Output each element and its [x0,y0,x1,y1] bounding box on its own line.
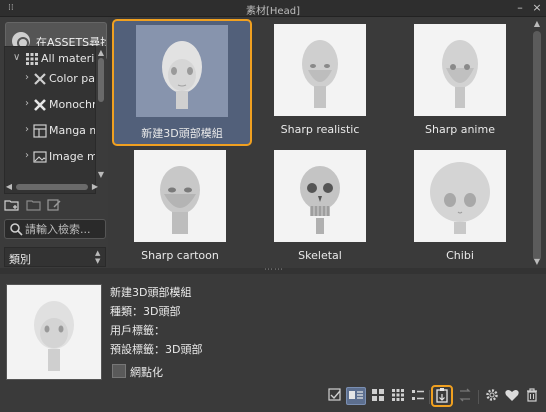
material-name: 新建3D頭部模組 [110,286,192,299]
new-folder-icon[interactable] [4,197,20,213]
search-icon [10,223,23,236]
chevron-right-icon[interactable]: › [25,150,29,161]
material-label: Skeletal [298,249,342,262]
close-button[interactable]: × [530,1,544,15]
material-tile[interactable]: 新建3D頭部模組 [110,19,252,146]
category-label: 類別 [9,253,31,266]
settings-gear-icon[interactable] [483,387,501,405]
scroll-up-icon[interactable]: ▲ [96,48,106,58]
material-label: Sharp anime [425,123,495,136]
material-type: 種類：3D頭部 [110,305,181,318]
scroll-right-icon[interactable]: ▶ [90,182,100,192]
material-tile[interactable]: Sharp cartoon [110,145,250,270]
chevron-right-icon[interactable]: › [25,72,29,83]
toolbar-divider [478,390,479,404]
scroll-down-icon[interactable]: ▼ [532,257,542,267]
tree-item-label: All materia [41,52,96,65]
preview-image [6,284,102,380]
tree-item-label: Manga m [49,124,96,137]
material-tile[interactable]: Chibi [390,145,530,270]
tree-toolbar [4,197,104,213]
favorite-heart-icon[interactable] [503,387,521,405]
replace-icon[interactable] [456,387,474,405]
tree-item-all[interactable]: ∨ All materia [5,49,96,69]
chevron-right-icon[interactable]: › [25,124,29,135]
brush-icon [34,99,46,111]
bottom-toolbar [0,382,546,412]
scroll-thumb[interactable] [16,184,88,190]
image-icon [33,151,47,163]
duplicate-folder-icon[interactable] [26,197,42,213]
title-bar: ⁞⁞ 素材[Head] – × [0,0,546,17]
tree-item-image[interactable]: › Image m [5,147,96,167]
material-label: Sharp realistic [280,123,360,136]
scroll-up-icon[interactable]: ▲ [532,19,542,29]
minimize-button[interactable]: – [513,1,527,15]
scroll-thumb[interactable] [98,58,104,102]
tile-checkbox-label: 網點化 [130,366,163,379]
material-grid: 新建3D頭部模組 Sharp realistic Sharp anime Sha… [108,17,528,268]
head-thumbnail [136,25,228,117]
edit-folder-icon[interactable] [46,197,62,213]
paste-to-canvas-icon[interactable] [431,385,453,407]
material-label: 新建3D頭部模組 [141,127,223,140]
grid-icon [26,53,38,65]
default-tags: 預設標籤：3D頭部 [110,343,203,356]
material-tile[interactable]: Sharp realistic [250,19,390,144]
user-tags: 用戶標籤： [110,324,165,337]
head-thumbnail [414,24,506,116]
material-tree[interactable]: ∨ All materia › Color pa › Monochr › Man… [4,46,96,194]
tree-item-label: Image m [49,150,96,163]
scroll-down-icon[interactable]: ▼ [96,170,106,180]
grid-vertical-scrollbar[interactable]: ▲ ▼ [528,17,546,268]
check-list-icon[interactable] [326,387,344,405]
detail-panel: 新建3D頭部模組 種類：3D頭部 用戶標籤： 預設標籤：3D頭部 網點化 [0,274,546,412]
material-label: Sharp cartoon [141,249,219,262]
chevron-down-icon[interactable]: ∨ [13,52,20,63]
window-title: 素材[Head] [246,6,300,17]
brush-icon [34,73,46,85]
chevron-right-icon[interactable]: › [25,98,29,109]
tree-item-color-pattern[interactable]: › Color pa [5,69,95,89]
tree-item-manga[interactable]: › Manga m [5,121,96,141]
panel-icon [33,124,47,138]
tree-item-label: Color pa [49,72,95,85]
tree-vertical-scrollbar[interactable]: ▲ ▼ [96,46,106,182]
list-view-icon[interactable] [409,387,427,405]
search-input-box[interactable] [4,219,106,239]
material-tile[interactable]: Skeletal [250,145,390,270]
spinner-icon[interactable]: ▲ ▼ [95,249,103,265]
delete-trash-icon[interactable] [523,387,541,405]
scroll-thumb[interactable] [533,31,541,261]
head-thumbnail [134,150,226,242]
tree-horizontal-scrollbar[interactable]: ◀ ▶ [4,182,106,192]
tile-checkbox[interactable] [112,364,126,378]
head-thumbnail [274,24,366,116]
category-select[interactable]: 類別 ▲ ▼ [4,247,106,267]
material-info: 新建3D頭部模組 種類：3D頭部 用戶標籤： 預設標籤：3D頭部 [110,284,202,360]
small-thumbnail-icon[interactable] [389,387,407,405]
scroll-left-icon[interactable]: ◀ [4,182,14,192]
tree-item-label: Monochr [49,98,96,111]
material-tile[interactable]: Sharp anime [390,19,530,144]
head-thumbnail [414,150,506,242]
detail-view-icon[interactable] [346,387,366,405]
head-thumbnail [274,150,366,242]
large-thumbnail-icon[interactable] [369,387,387,405]
search-input[interactable] [25,221,103,237]
toolbar-divider [429,390,430,404]
material-label: Chibi [446,249,474,262]
tree-item-monochrome[interactable]: › Monochr [5,95,96,115]
